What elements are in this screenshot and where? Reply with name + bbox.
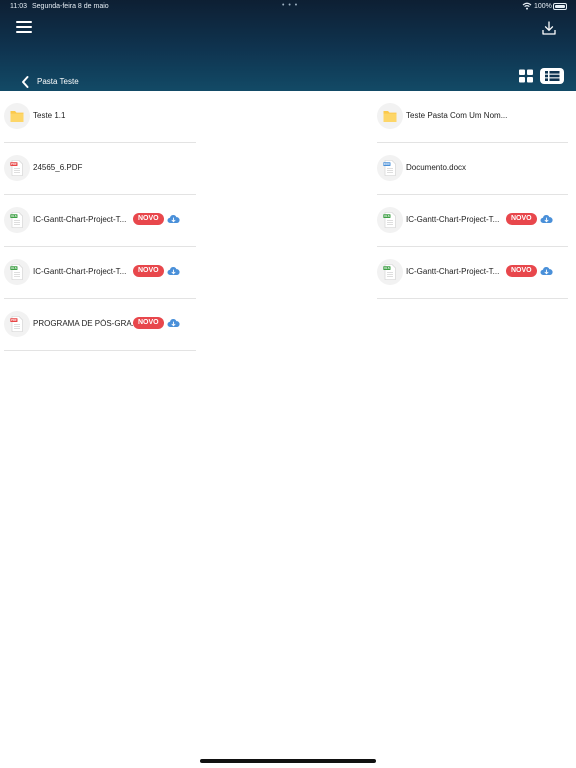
folder-item[interactable]: Teste Pasta Com Um Nom... (377, 91, 568, 143)
svg-text:XLS: XLS (11, 214, 17, 218)
grid-view-icon[interactable] (517, 68, 535, 84)
file-name: IC-Gantt-Chart-Project-T... (406, 215, 500, 224)
file-icon-wrapper (377, 103, 403, 129)
download-icon[interactable] (541, 20, 557, 36)
xls-file-icon: XLS (383, 264, 396, 280)
xls-file-icon: XLS (10, 264, 23, 280)
list-view-icon (545, 71, 560, 81)
wifi-icon (522, 2, 532, 10)
file-item[interactable]: PDF PROGRAMA DE PÓS-GRA... NOVO (4, 299, 196, 351)
file-icon-wrapper: XLS (377, 207, 403, 233)
file-name: Documento.docx (406, 163, 467, 172)
file-name: 24565_6.PDF (33, 163, 83, 172)
file-item[interactable]: PDF 24565_6.PDF (4, 143, 196, 195)
status-date: Segunda-feira 8 de maio (32, 3, 109, 10)
svg-text:PDF: PDF (11, 162, 17, 166)
file-item[interactable]: DOC Documento.docx (377, 143, 568, 195)
file-name: IC-Gantt-Chart-Project-T... (33, 215, 127, 224)
battery-icon (553, 3, 567, 10)
xls-file-icon: XLS (10, 212, 23, 228)
file-icon-wrapper: PDF (4, 155, 30, 181)
file-icon-wrapper: DOC (377, 155, 403, 181)
folder-icon (10, 111, 24, 122)
file-icon-wrapper: PDF (4, 311, 30, 337)
cloud-download-icon[interactable] (167, 318, 180, 328)
svg-text:XLS: XLS (384, 214, 390, 218)
folder-item[interactable]: Teste 1.1 (4, 91, 196, 143)
file-icon-wrapper: XLS (377, 259, 403, 285)
cloud-download-icon[interactable] (167, 266, 180, 276)
chevron-left-icon[interactable] (20, 75, 30, 89)
svg-text:XLS: XLS (11, 266, 17, 270)
cloud-download-icon[interactable] (540, 214, 553, 224)
new-badge: NOVO (506, 265, 537, 277)
file-icon-wrapper (4, 103, 30, 129)
hamburger-menu-icon[interactable] (16, 21, 32, 35)
app-header: 11:03 Segunda-feira 8 de maio • • • 100%… (0, 0, 576, 91)
pdf-file-icon: PDF (10, 316, 23, 332)
file-name: Teste 1.1 (33, 111, 66, 120)
multitask-dots: • • • (282, 2, 299, 9)
folder-icon (383, 111, 397, 122)
breadcrumb: Pasta Teste (37, 77, 79, 86)
file-name: Teste Pasta Com Um Nom... (406, 111, 508, 120)
xls-file-icon: XLS (383, 212, 396, 228)
status-time: 11:03 (10, 3, 27, 10)
pdf-file-icon: PDF (10, 160, 23, 176)
cloud-download-icon[interactable] (540, 266, 553, 276)
new-badge: NOVO (133, 317, 164, 329)
cloud-download-icon[interactable] (167, 214, 180, 224)
file-name: IC-Gantt-Chart-Project-T... (33, 267, 127, 276)
list-view-button[interactable] (540, 68, 564, 84)
file-item[interactable]: XLS IC-Gantt-Chart-Project-T... NOVO (4, 247, 196, 299)
svg-text:XLS: XLS (384, 266, 390, 270)
file-item[interactable]: XLS IC-Gantt-Chart-Project-T... NOVO (377, 195, 568, 247)
new-badge: NOVO (133, 213, 164, 225)
new-badge: NOVO (133, 265, 164, 277)
file-name: PROGRAMA DE PÓS-GRA... (33, 319, 133, 328)
status-bar: 11:03 Segunda-feira 8 de maio • • • 100% (0, 0, 576, 14)
file-item[interactable]: XLS IC-Gantt-Chart-Project-T... NOVO (377, 247, 568, 299)
svg-text:DOC: DOC (384, 162, 390, 166)
new-badge: NOVO (506, 213, 537, 225)
file-icon-wrapper: XLS (4, 207, 30, 233)
battery-percent: 100% (534, 3, 552, 10)
file-item[interactable]: XLS IC-Gantt-Chart-Project-T... NOVO (4, 195, 196, 247)
file-name: IC-Gantt-Chart-Project-T... (406, 267, 500, 276)
home-indicator (200, 759, 376, 763)
svg-text:PDF: PDF (11, 318, 17, 322)
doc-file-icon: DOC (383, 160, 396, 176)
file-icon-wrapper: XLS (4, 259, 30, 285)
